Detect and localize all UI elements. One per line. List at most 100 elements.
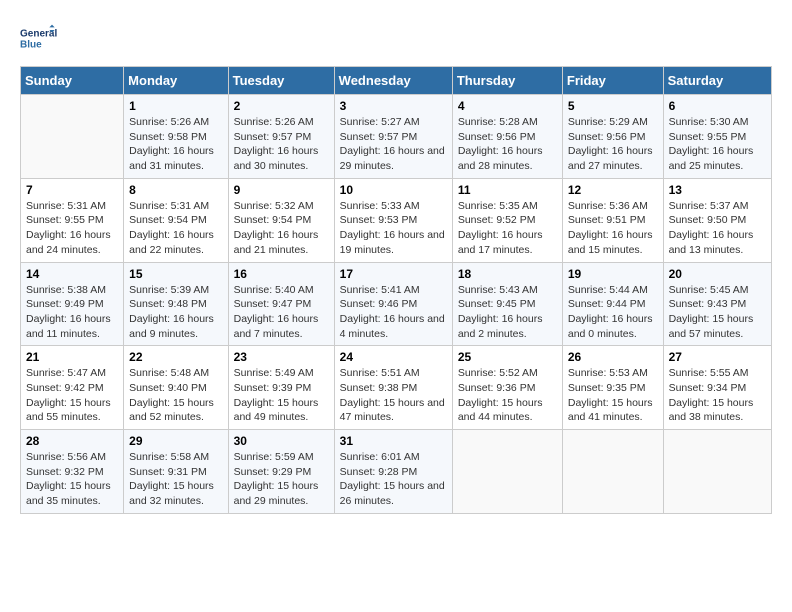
calendar-week-row: 14 Sunrise: 5:38 AMSunset: 9:49 PMDayligh… — [21, 262, 772, 346]
calendar-cell: 22 Sunrise: 5:48 AMSunset: 9:40 PMDayligh… — [124, 346, 228, 430]
calendar-cell — [21, 95, 124, 179]
day-number: 1 — [129, 99, 222, 113]
day-info: Sunrise: 5:47 AMSunset: 9:42 PMDaylight:… — [26, 366, 118, 425]
calendar-cell: 23 Sunrise: 5:49 AMSunset: 9:39 PMDayligh… — [228, 346, 334, 430]
calendar-cell: 18Sunrise: 5:43 AMSunset: 9:45 PMDayligh… — [452, 262, 562, 346]
calendar-week-row: 28 Sunrise: 5:56 AMSunset: 9:32 PMDayligh… — [21, 430, 772, 514]
calendar-cell: 12Sunrise: 5:36 AMSunset: 9:51 PMDayligh… — [562, 178, 663, 262]
calendar-cell: 20 Sunrise: 5:45 AMSunset: 9:43 PMDayligh… — [663, 262, 771, 346]
column-header-sunday: Sunday — [21, 67, 124, 95]
calendar-cell: 6 Sunrise: 5:30 AMSunset: 9:55 PMDaylight… — [663, 95, 771, 179]
day-info: Sunrise: 5:41 AMSunset: 9:46 PMDaylight:… — [340, 283, 447, 342]
day-number: 28 — [26, 434, 118, 448]
day-info: Sunrise: 5:55 AMSunset: 9:34 PMDaylight:… — [669, 366, 766, 425]
day-info: Sunrise: 5:32 AMSunset: 9:54 PMDaylight:… — [234, 199, 329, 258]
day-info: Sunrise: 5:45 AMSunset: 9:43 PMDaylight:… — [669, 283, 766, 342]
day-number: 27 — [669, 350, 766, 364]
day-info: Sunrise: 5:56 AMSunset: 9:32 PMDaylight:… — [26, 450, 118, 509]
day-number: 14 — [26, 267, 118, 281]
day-number: 23 — [234, 350, 329, 364]
calendar-cell: 11 Sunrise: 5:35 AMSunset: 9:52 PMDayligh… — [452, 178, 562, 262]
day-info: Sunrise: 5:30 AMSunset: 9:55 PMDaylight:… — [669, 115, 766, 174]
calendar-cell: 25 Sunrise: 5:52 AMSunset: 9:36 PMDayligh… — [452, 346, 562, 430]
day-number: 6 — [669, 99, 766, 113]
day-number: 15 — [129, 267, 222, 281]
calendar-cell: 13Sunrise: 5:37 AMSunset: 9:50 PMDayligh… — [663, 178, 771, 262]
calendar-cell: 15 Sunrise: 5:39 AMSunset: 9:48 PMDayligh… — [124, 262, 228, 346]
calendar-cell: 17 Sunrise: 5:41 AMSunset: 9:46 PMDayligh… — [334, 262, 452, 346]
day-number: 9 — [234, 183, 329, 197]
day-number: 5 — [568, 99, 658, 113]
day-info: Sunrise: 5:52 AMSunset: 9:36 PMDaylight:… — [458, 366, 557, 425]
calendar-week-row: 7Sunrise: 5:31 AMSunset: 9:55 PMDaylight… — [21, 178, 772, 262]
day-number: 3 — [340, 99, 447, 113]
calendar-cell: 5 Sunrise: 5:29 AMSunset: 9:56 PMDaylight… — [562, 95, 663, 179]
calendar-cell: 3 Sunrise: 5:27 AMSunset: 9:57 PMDaylight… — [334, 95, 452, 179]
day-info: Sunrise: 5:26 AMSunset: 9:58 PMDaylight:… — [129, 115, 222, 174]
column-header-monday: Monday — [124, 67, 228, 95]
svg-text:Blue: Blue — [20, 39, 42, 50]
calendar-cell: 21 Sunrise: 5:47 AMSunset: 9:42 PMDayligh… — [21, 346, 124, 430]
calendar-week-row: 21 Sunrise: 5:47 AMSunset: 9:42 PMDayligh… — [21, 346, 772, 430]
calendar-cell: 26 Sunrise: 5:53 AMSunset: 9:35 PMDayligh… — [562, 346, 663, 430]
day-info: Sunrise: 5:48 AMSunset: 9:40 PMDaylight:… — [129, 366, 222, 425]
calendar-cell: 1 Sunrise: 5:26 AMSunset: 9:58 PMDaylight… — [124, 95, 228, 179]
calendar-cell: 10Sunrise: 5:33 AMSunset: 9:53 PMDayligh… — [334, 178, 452, 262]
day-number: 26 — [568, 350, 658, 364]
column-header-wednesday: Wednesday — [334, 67, 452, 95]
column-header-tuesday: Tuesday — [228, 67, 334, 95]
day-info: Sunrise: 5:36 AMSunset: 9:51 PMDaylight:… — [568, 199, 658, 258]
calendar-cell: 2Sunrise: 5:26 AMSunset: 9:57 PMDaylight… — [228, 95, 334, 179]
day-number: 17 — [340, 267, 447, 281]
calendar-week-row: 1 Sunrise: 5:26 AMSunset: 9:58 PMDaylight… — [21, 95, 772, 179]
day-info: Sunrise: 5:27 AMSunset: 9:57 PMDaylight:… — [340, 115, 447, 174]
calendar-cell: 7Sunrise: 5:31 AMSunset: 9:55 PMDaylight… — [21, 178, 124, 262]
day-info: Sunrise: 5:29 AMSunset: 9:56 PMDaylight:… — [568, 115, 658, 174]
day-info: Sunrise: 5:58 AMSunset: 9:31 PMDaylight:… — [129, 450, 222, 509]
day-number: 18 — [458, 267, 557, 281]
day-info: Sunrise: 5:51 AMSunset: 9:38 PMDaylight:… — [340, 366, 447, 425]
day-number: 21 — [26, 350, 118, 364]
day-info: Sunrise: 6:01 AMSunset: 9:28 PMDaylight:… — [340, 450, 447, 509]
day-number: 22 — [129, 350, 222, 364]
day-info: Sunrise: 5:53 AMSunset: 9:35 PMDaylight:… — [568, 366, 658, 425]
day-info: Sunrise: 5:35 AMSunset: 9:52 PMDaylight:… — [458, 199, 557, 258]
calendar-cell — [562, 430, 663, 514]
day-number: 16 — [234, 267, 329, 281]
day-number: 4 — [458, 99, 557, 113]
calendar-cell: 4 Sunrise: 5:28 AMSunset: 9:56 PMDaylight… — [452, 95, 562, 179]
calendar-cell — [452, 430, 562, 514]
calendar-cell: 31 Sunrise: 6:01 AMSunset: 9:28 PMDayligh… — [334, 430, 452, 514]
day-info: Sunrise: 5:38 AMSunset: 9:49 PMDaylight:… — [26, 283, 118, 342]
day-number: 25 — [458, 350, 557, 364]
day-info: Sunrise: 5:31 AMSunset: 9:54 PMDaylight:… — [129, 199, 222, 258]
logo-icon: GeneralBlue — [20, 20, 60, 56]
calendar-cell: 19Sunrise: 5:44 AMSunset: 9:44 PMDayligh… — [562, 262, 663, 346]
day-number: 20 — [669, 267, 766, 281]
day-info: Sunrise: 5:28 AMSunset: 9:56 PMDaylight:… — [458, 115, 557, 174]
day-number: 29 — [129, 434, 222, 448]
calendar-cell: 16Sunrise: 5:40 AMSunset: 9:47 PMDayligh… — [228, 262, 334, 346]
column-header-saturday: Saturday — [663, 67, 771, 95]
day-number: 31 — [340, 434, 447, 448]
day-info: Sunrise: 5:39 AMSunset: 9:48 PMDaylight:… — [129, 283, 222, 342]
calendar-table: SundayMondayTuesdayWednesdayThursdayFrid… — [20, 66, 772, 514]
calendar-header-row: SundayMondayTuesdayWednesdayThursdayFrid… — [21, 67, 772, 95]
calendar-cell: 27 Sunrise: 5:55 AMSunset: 9:34 PMDayligh… — [663, 346, 771, 430]
calendar-cell: 30Sunrise: 5:59 AMSunset: 9:29 PMDayligh… — [228, 430, 334, 514]
day-number: 8 — [129, 183, 222, 197]
day-info: Sunrise: 5:44 AMSunset: 9:44 PMDaylight:… — [568, 283, 658, 342]
calendar-cell: 9 Sunrise: 5:32 AMSunset: 9:54 PMDaylight… — [228, 178, 334, 262]
day-info: Sunrise: 5:49 AMSunset: 9:39 PMDaylight:… — [234, 366, 329, 425]
calendar-cell — [663, 430, 771, 514]
calendar-cell: 29 Sunrise: 5:58 AMSunset: 9:31 PMDayligh… — [124, 430, 228, 514]
logo: GeneralBlue — [20, 20, 60, 56]
day-number: 11 — [458, 183, 557, 197]
day-number: 13 — [669, 183, 766, 197]
calendar-cell: 14 Sunrise: 5:38 AMSunset: 9:49 PMDayligh… — [21, 262, 124, 346]
day-info: Sunrise: 5:31 AMSunset: 9:55 PMDaylight:… — [26, 199, 118, 258]
day-number: 24 — [340, 350, 447, 364]
day-info: Sunrise: 5:59 AMSunset: 9:29 PMDaylight:… — [234, 450, 329, 509]
column-header-thursday: Thursday — [452, 67, 562, 95]
calendar-cell: 8 Sunrise: 5:31 AMSunset: 9:54 PMDaylight… — [124, 178, 228, 262]
